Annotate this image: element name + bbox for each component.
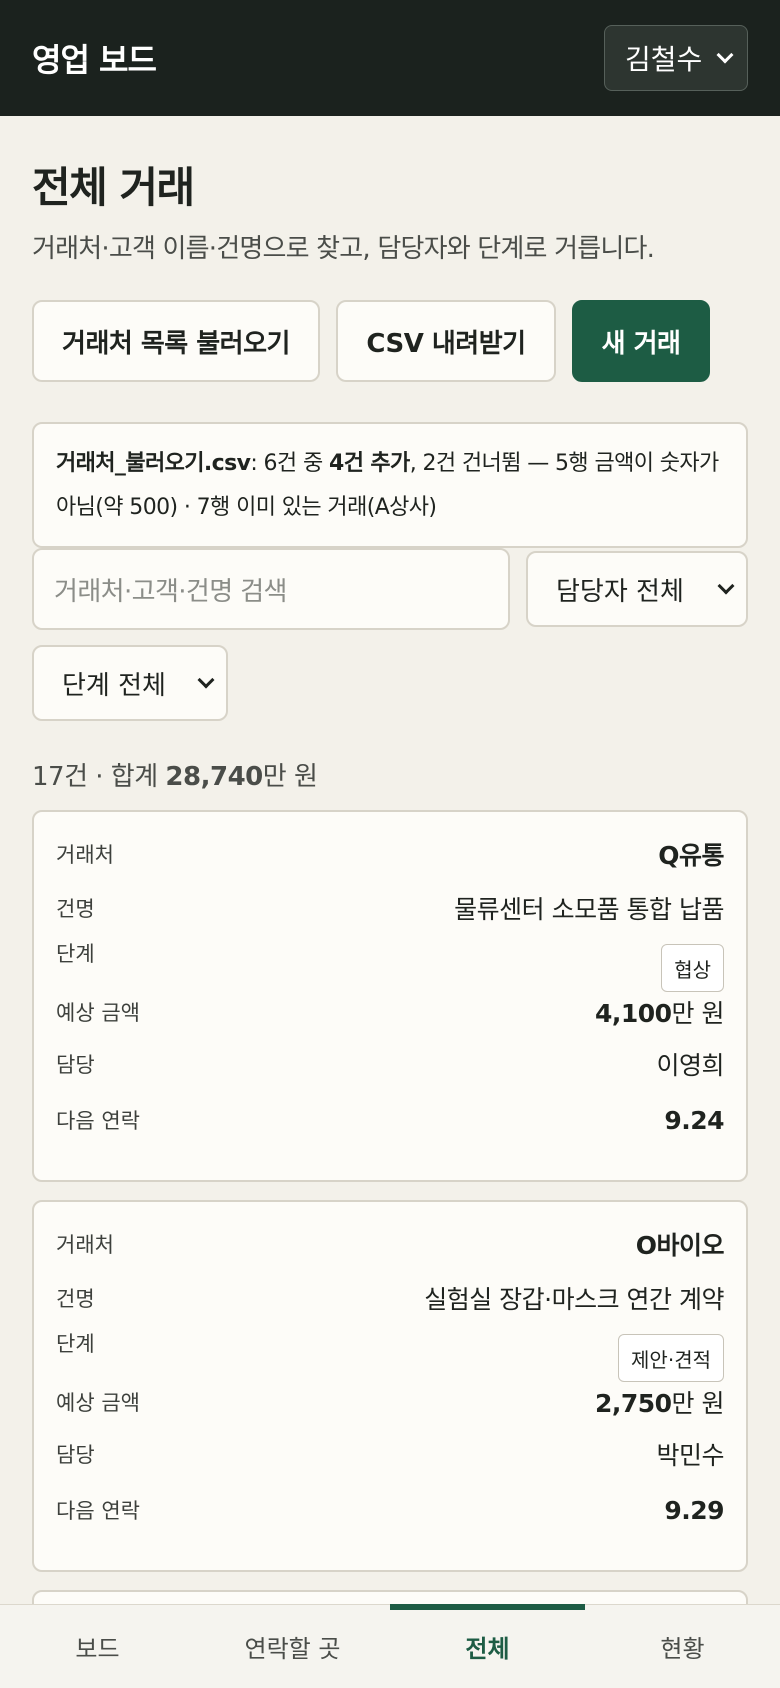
tab-board[interactable]: 보드 bbox=[0, 1605, 195, 1688]
top-bar: 영업 보드 김철수 bbox=[0, 0, 780, 116]
amount-label: 예상 금액 bbox=[56, 1001, 140, 1025]
next-contact-label: 다음 연락 bbox=[56, 1109, 140, 1133]
deal-owner: 이영희 bbox=[656, 1051, 724, 1080]
deal-amount-unit: 만 원 bbox=[671, 1389, 725, 1418]
summary-total: 28,740 bbox=[165, 762, 263, 792]
summary-unit: 만 원 bbox=[262, 762, 318, 792]
bottom-tab-bar: 보드 연락할 곳 전체 현황 bbox=[0, 1604, 780, 1688]
csv-download-button[interactable]: CSV 내려받기 bbox=[336, 300, 556, 382]
app-title: 영업 보드 bbox=[32, 41, 157, 79]
deal-amount: 4,100만 원 bbox=[594, 994, 725, 1030]
stage-filter-value: 단계 전체 bbox=[62, 670, 166, 701]
result-summary: 17건 · 합계 28,740만 원 bbox=[32, 756, 318, 793]
tab-status[interactable]: 현황 bbox=[585, 1605, 780, 1688]
next-contact-label: 다음 연락 bbox=[56, 1499, 140, 1523]
deal-client: Q유통 bbox=[658, 841, 724, 870]
tab-contacts[interactable]: 연락할 곳 bbox=[195, 1605, 390, 1688]
chevron-down-icon bbox=[716, 46, 734, 64]
client-label: 거래처 bbox=[56, 843, 114, 867]
search-input[interactable]: 거래처·고객·건명 검색 bbox=[32, 548, 510, 630]
client-label: 거래처 bbox=[56, 1233, 114, 1257]
owner-label: 담당 bbox=[56, 1443, 95, 1467]
page-title: 전체 거래 bbox=[32, 163, 195, 212]
import-result-notice: 거래처_불러오기.csv: 6건 중 4건 추가, 2건 건너뜀 — 5행 금액… bbox=[32, 422, 748, 548]
deal-amount: 2,750만 원 bbox=[594, 1384, 725, 1420]
new-deal-button[interactable]: 새 거래 bbox=[572, 300, 710, 382]
deal-amount-value: 2,750 bbox=[594, 1389, 672, 1418]
deal-card[interactable]: 거래처 Q유통 건명 물류센터 소모품 통합 납품 단계 협상 예상 금액 4,100만… bbox=[32, 810, 748, 1182]
deal-stage-badge: 제안·견적 bbox=[618, 1334, 724, 1382]
owner-filter-select[interactable]: 담당자 전체 bbox=[526, 551, 748, 627]
notice-text-1: : 6건 중 bbox=[250, 451, 329, 476]
deal-card[interactable]: 거래처 O바이오 건명 실험실 장갑·마스크 연간 계약 단계 제안·견적 예상 금액… bbox=[32, 1200, 748, 1572]
amount-label: 예상 금액 bbox=[56, 1391, 140, 1415]
deal-next-contact: 9.24 bbox=[664, 1105, 724, 1135]
deal-title: 물류센터 소모품 통합 납품 bbox=[454, 895, 724, 924]
user-select-value: 김철수 bbox=[625, 43, 703, 76]
deal-stage-badge: 협상 bbox=[661, 944, 724, 992]
deal-amount-value: 4,100 bbox=[594, 999, 672, 1028]
user-select[interactable]: 김철수 bbox=[604, 25, 748, 91]
summary-sep: · 합계 bbox=[87, 762, 166, 792]
import-clients-button[interactable]: 거래처 목록 불러오기 bbox=[32, 300, 320, 382]
stage-filter-select[interactable]: 단계 전체 bbox=[32, 645, 228, 721]
title-label: 건명 bbox=[56, 897, 95, 921]
deal-next-contact: 9.29 bbox=[664, 1495, 724, 1525]
deal-amount-unit: 만 원 bbox=[671, 999, 725, 1028]
page-description: 거래처·고객 이름·건명으로 찾고, 담당자와 단계로 거릅니다. bbox=[32, 234, 655, 264]
stage-label: 단계 bbox=[56, 942, 95, 966]
title-label: 건명 bbox=[56, 1287, 95, 1311]
deal-client: O바이오 bbox=[635, 1231, 725, 1260]
notice-filename: 거래처_불러오기.csv bbox=[56, 451, 251, 476]
tab-all[interactable]: 전체 bbox=[390, 1604, 585, 1688]
deal-title: 실험실 장갑·마스크 연간 계약 bbox=[424, 1285, 724, 1314]
deal-owner: 박민수 bbox=[656, 1441, 724, 1470]
chevron-down-icon bbox=[717, 577, 735, 595]
chevron-down-icon bbox=[197, 671, 215, 689]
stage-label: 단계 bbox=[56, 1332, 95, 1356]
owner-filter-value: 담당자 전체 bbox=[556, 576, 684, 607]
notice-added: 4건 추가 bbox=[329, 451, 410, 476]
owner-label: 담당 bbox=[56, 1053, 95, 1077]
summary-count: 17건 bbox=[32, 762, 88, 792]
